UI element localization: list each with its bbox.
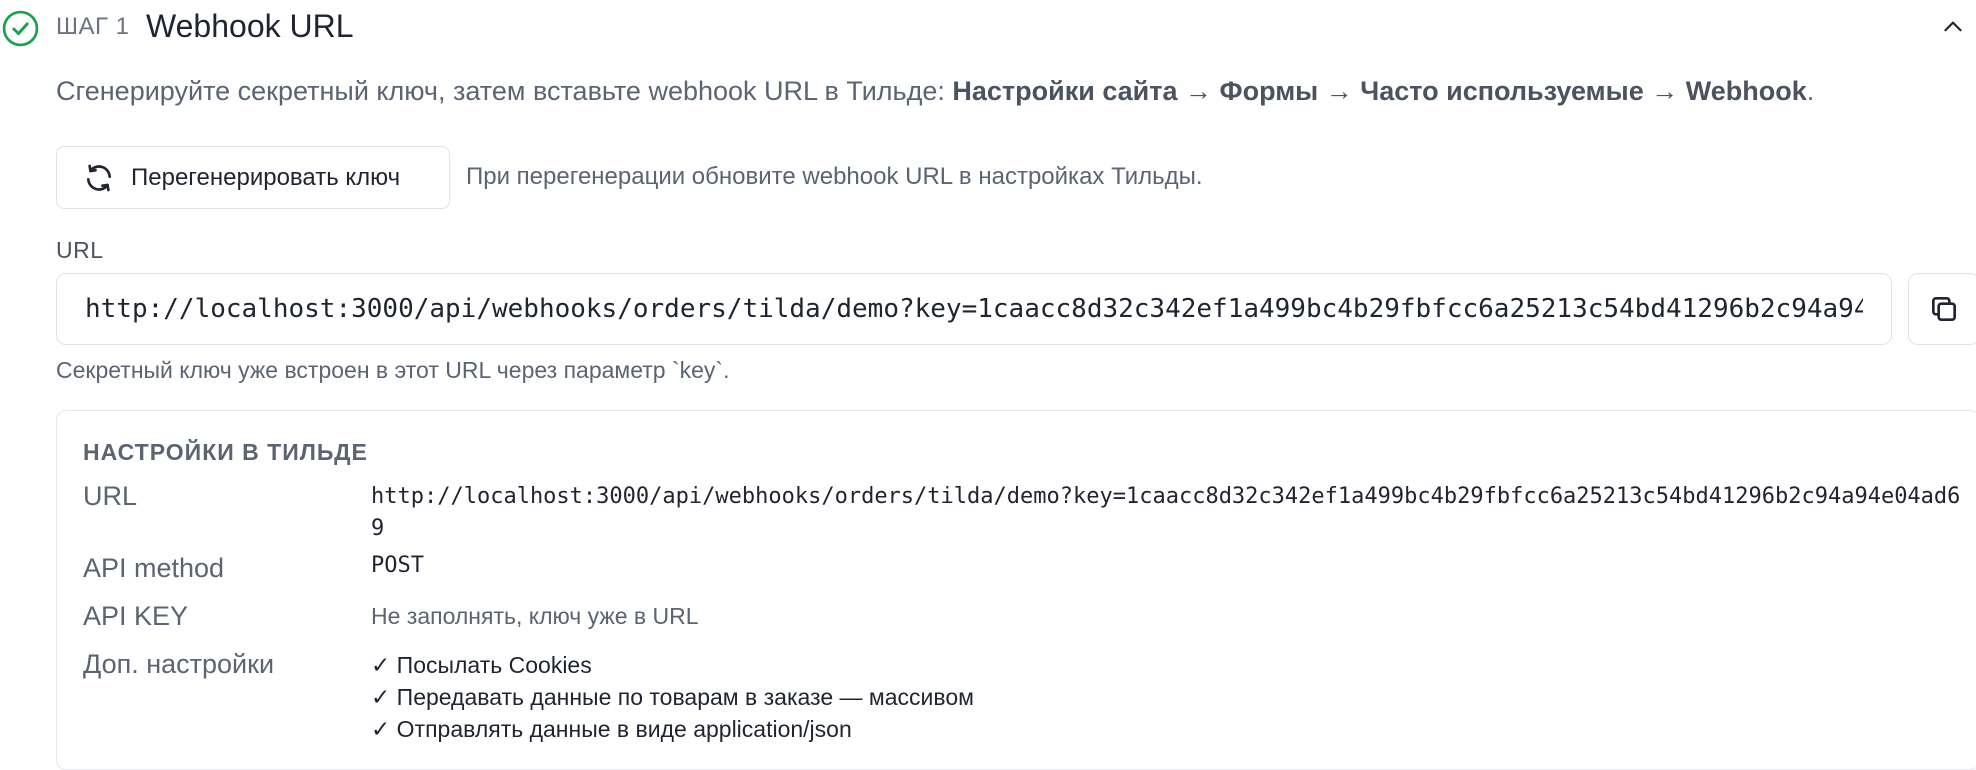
extra-option-item: ✓ Передавать данные по товарам в заказе … [371,684,974,710]
step-label: ШАГ 1 [56,13,130,40]
settings-key-label: API KEY [83,601,189,631]
settings-method-label: API method [83,553,225,583]
instructions-prefix: Сгенерируйте секретный ключ, затем встав… [56,76,953,106]
tilda-settings-card: НАСТРОЙКИ В ТИЛЬДЕ URL http://localhost:… [56,410,1976,770]
regenerate-key-label: Перегенерировать ключ [131,163,401,191]
regenerate-key-button[interactable]: Перегенерировать ключ [56,146,450,209]
settings-url-label: URL [83,481,138,511]
settings-extra-options: ✓ Посылать Cookies ✓ Передавать данные п… [371,649,974,745]
instructions-suffix: . [1806,76,1815,106]
url-help-text: Секретный ключ уже встроен в этот URL че… [56,357,730,383]
tilda-settings-path: Настройки сайта → Формы → Часто использу… [952,76,1807,106]
extra-option-item: ✓ Посылать Cookies [371,652,592,678]
webhook-step-panel: ШАГ 1 Webhook URL Сгенерируйте секретный… [0,0,1976,770]
settings-method-value: POST [371,553,424,578]
instructions-text: Сгенерируйте секретный ключ, затем встав… [56,76,1966,107]
step-header[interactable]: ШАГ 1 Webhook URL [0,0,1976,52]
extra-option-item: ✓ Отправлять данные в виде application/j… [371,716,852,742]
settings-card-title: НАСТРОЙКИ В ТИЛЬДЕ [83,439,368,465]
check-circle-icon [2,10,39,47]
chevron-up-icon[interactable] [1940,14,1966,40]
step-title: Webhook URL [146,8,354,44]
regenerate-hint: При перегенерации обновите webhook URL в… [466,163,1203,190]
webhook-url-input[interactable] [56,273,1892,345]
copy-url-button[interactable] [1908,273,1976,345]
refresh-icon [87,164,111,191]
settings-key-value: Не заполнять, ключ уже в URL [371,603,699,629]
copy-icon [1932,297,1956,321]
settings-url-value: http://localhost:3000/api/webhooks/order… [371,484,1961,541]
settings-extra-label: Доп. настройки [83,649,275,679]
url-field-label: URL [56,237,104,263]
